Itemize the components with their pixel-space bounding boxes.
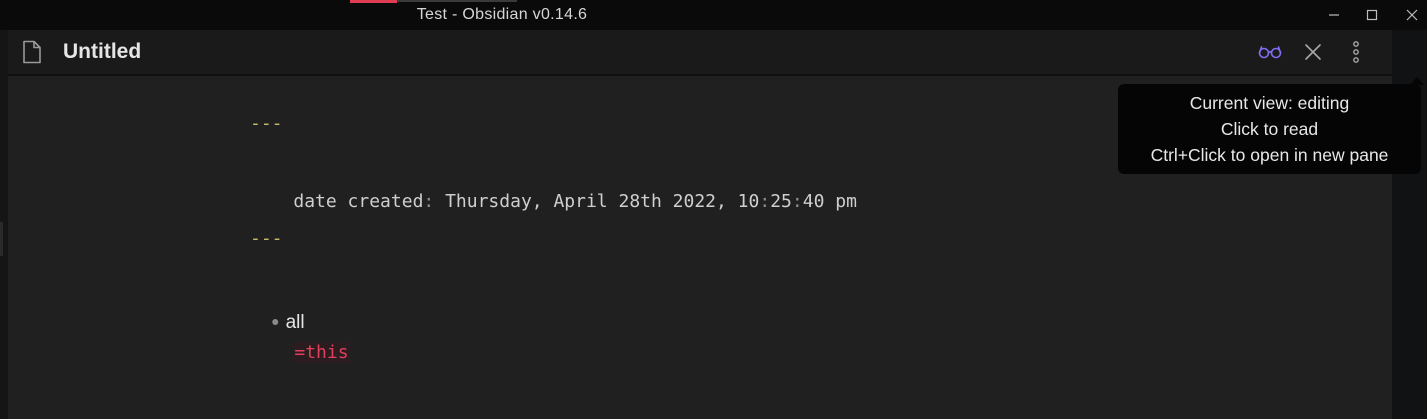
tooltip-line: Current view: editing — [1189, 93, 1350, 113]
frontmatter-value-seconds: 40 pm — [802, 191, 857, 212]
inline-code-line: =this — [250, 321, 350, 384]
tooltip-line: Click to read — [1220, 119, 1319, 139]
toggle-reading-view-button[interactable] — [1254, 36, 1286, 68]
pane-title[interactable]: Untitled — [63, 40, 141, 64]
close-icon — [1406, 9, 1418, 21]
window-titlebar: Test - Obsidian v0.14.6 — [0, 0, 1427, 30]
maximize-button[interactable] — [1352, 0, 1392, 30]
close-icon — [1305, 44, 1321, 60]
titlebar-accent — [350, 0, 397, 3]
more-vertical-icon — [1353, 41, 1359, 63]
frontmatter-line: date created: Thursday, April 28th 2022,… — [250, 170, 857, 233]
pane-header: Untitled — [8, 30, 1392, 76]
frontmatter-key: date created — [293, 191, 424, 212]
close-pane-button[interactable] — [1297, 36, 1329, 68]
frontmatter-colon: : — [423, 191, 435, 212]
frontmatter-value: Thursday, April 28th 2022, 10 — [434, 191, 760, 212]
minimize-icon — [1329, 14, 1339, 16]
frontmatter-time-separator: : — [759, 191, 771, 212]
frontmatter-open: --- — [250, 113, 283, 134]
maximize-icon — [1366, 9, 1378, 21]
minimize-button[interactable] — [1314, 0, 1354, 30]
file-icon — [22, 40, 42, 69]
window-title: Test - Obsidian v0.14.6 — [416, 6, 588, 23]
frontmatter-close: --- — [250, 228, 283, 249]
frontmatter-value-minutes: 25 — [770, 191, 792, 212]
inline-code: =this — [293, 342, 350, 363]
frontmatter-time-separator: : — [791, 191, 803, 212]
glasses-icon — [1258, 46, 1282, 59]
window-close-button[interactable] — [1392, 0, 1427, 30]
titlebar-accent-secondary — [397, 0, 517, 2]
more-options-button[interactable] — [1340, 36, 1372, 68]
view-mode-tooltip: Current view: editing Click to read Ctrl… — [1118, 84, 1421, 174]
sidebar-resize-handle[interactable] — [0, 222, 3, 256]
tooltip-line: Ctrl+Click to open in new pane — [1150, 145, 1389, 165]
